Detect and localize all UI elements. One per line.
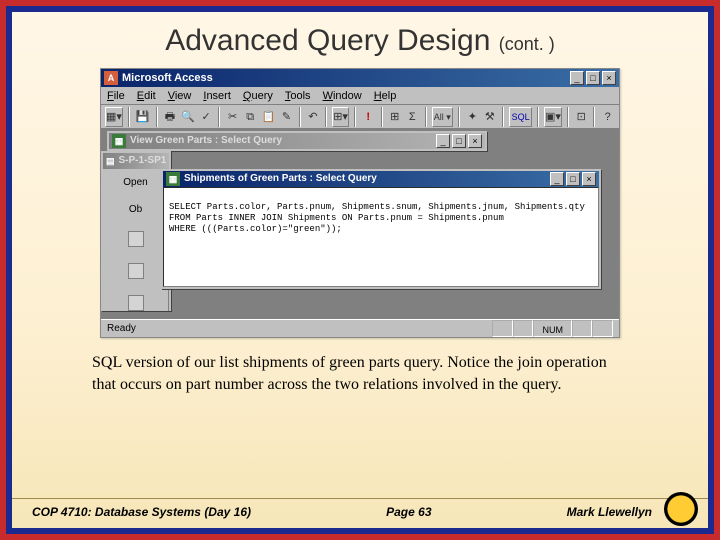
child1-close[interactable]: × bbox=[468, 134, 482, 148]
totals-icon[interactable]: Σ bbox=[405, 107, 420, 127]
status-left: Ready bbox=[107, 320, 136, 337]
menu-query[interactable]: Query bbox=[243, 87, 273, 104]
title-main: Advanced Query Design bbox=[165, 24, 499, 57]
slide-footer: COP 4710: Database Systems (Day 16) Page… bbox=[12, 498, 708, 524]
mdi-area: ▦ View Green Parts : Select Query _ □ × … bbox=[101, 129, 619, 319]
child2-titlebar: ▤ S-P-1-SP1 : Database bbox=[103, 153, 169, 169]
sql-line-2: FROM Parts INNER JOIN Shipments ON Parts… bbox=[169, 213, 504, 223]
toolbar: ▦▾ 💾 🖶 🔍 ✓ ✂ ⧉ 📋 ✎ ↶ ⊞▾ ! ⊞ Σ All ▾ ✦ bbox=[101, 105, 619, 129]
properties-icon[interactable]: ✦ bbox=[465, 107, 480, 127]
db-icon: ▤ bbox=[106, 154, 115, 168]
title-cont: (cont. ) bbox=[499, 34, 555, 54]
tables-tab-icon[interactable] bbox=[128, 231, 144, 247]
close-button[interactable]: × bbox=[602, 71, 616, 85]
view-button[interactable]: ▦▾ bbox=[105, 107, 123, 127]
status-cell-1 bbox=[492, 320, 513, 337]
paste-icon[interactable]: 📋 bbox=[260, 107, 276, 127]
menu-insert[interactable]: Insert bbox=[203, 87, 231, 104]
menu-view[interactable]: View bbox=[168, 87, 192, 104]
query-type-icon[interactable]: ⊞▾ bbox=[332, 107, 349, 127]
query-icon: ▦ bbox=[112, 134, 126, 148]
child3-close[interactable]: × bbox=[582, 172, 596, 186]
menu-tools[interactable]: Tools bbox=[285, 87, 311, 104]
footer-page: Page 63 bbox=[251, 505, 567, 519]
access-window: A Microsoft Access _ □ × File Edit View … bbox=[100, 68, 620, 338]
open-label[interactable]: Open bbox=[123, 177, 147, 188]
status-cell-5 bbox=[592, 320, 613, 337]
preview-icon[interactable]: 🔍 bbox=[180, 107, 196, 127]
top-values[interactable]: All ▾ bbox=[432, 107, 454, 127]
save-icon[interactable]: 💾 bbox=[135, 107, 151, 127]
footer-left: COP 4710: Database Systems (Day 16) bbox=[32, 505, 251, 519]
undo-icon[interactable]: ↶ bbox=[306, 107, 321, 127]
new-object-icon[interactable]: ▣▾ bbox=[544, 107, 562, 127]
print-icon[interactable]: 🖶 bbox=[163, 107, 178, 127]
db-sidepanel: Open Ob bbox=[103, 169, 169, 311]
menubar: File Edit View Insert Query Tools Window… bbox=[101, 87, 619, 105]
child2-title: S-P-1-SP1 : Database bbox=[119, 153, 166, 169]
footer-author: Mark Llewellyn bbox=[567, 505, 652, 519]
minimize-button[interactable]: _ bbox=[570, 71, 584, 85]
child3-max[interactable]: □ bbox=[566, 172, 580, 186]
child1-title: View Green Parts : Select Query bbox=[130, 133, 282, 149]
slide-title: Advanced Query Design (cont. ) bbox=[12, 12, 708, 64]
child-window-sql[interactable]: ▦ Shipments of Green Parts : Select Quer… bbox=[161, 169, 601, 289]
menu-window[interactable]: Window bbox=[323, 87, 362, 104]
maximize-button[interactable]: □ bbox=[586, 71, 600, 85]
queries-tab-icon[interactable] bbox=[128, 263, 144, 279]
sql-line-1: SELECT Parts.color, Parts.pnum, Shipment… bbox=[169, 202, 585, 212]
ucf-logo bbox=[664, 492, 698, 526]
child3-titlebar: ▦ Shipments of Green Parts : Select Quer… bbox=[163, 171, 599, 187]
run-icon[interactable]: ! bbox=[361, 107, 376, 127]
show-table-icon[interactable]: ⊞ bbox=[388, 107, 403, 127]
cut-icon[interactable]: ✂ bbox=[225, 107, 240, 127]
statusbar: Ready NUM bbox=[101, 319, 619, 337]
child1-min[interactable]: _ bbox=[436, 134, 450, 148]
menu-file[interactable]: File bbox=[107, 87, 125, 104]
sql-line-3: WHERE (((Parts.color)="green")); bbox=[169, 224, 342, 234]
status-cell-2 bbox=[513, 320, 534, 337]
status-cell-4 bbox=[572, 320, 593, 337]
sql-text-pane[interactable]: SELECT Parts.color, Parts.pnum, Shipment… bbox=[163, 187, 599, 287]
app-titlebar: A Microsoft Access _ □ × bbox=[101, 69, 619, 87]
app-title: Microsoft Access bbox=[122, 69, 213, 87]
access-icon: A bbox=[104, 71, 118, 85]
forms-tab-icon[interactable] bbox=[128, 295, 144, 311]
copy-icon[interactable]: ⧉ bbox=[243, 107, 258, 127]
spell-icon[interactable]: ✓ bbox=[199, 107, 214, 127]
status-numlock: NUM bbox=[533, 320, 572, 337]
child1-titlebar: ▦ View Green Parts : Select Query _ □ × bbox=[109, 133, 485, 149]
help-icon[interactable]: ? bbox=[600, 107, 615, 127]
query-icon-2: ▦ bbox=[166, 172, 180, 186]
ob-label: Ob bbox=[129, 204, 142, 215]
child-window-1[interactable]: ▦ View Green Parts : Select Query _ □ × bbox=[107, 131, 487, 151]
slide-caption: SQL version of our list shipments of gre… bbox=[92, 352, 628, 396]
format-icon[interactable]: ✎ bbox=[279, 107, 294, 127]
builder-icon[interactable]: ⚒ bbox=[483, 107, 498, 127]
sql-view-button[interactable]: SQL bbox=[509, 107, 532, 127]
menu-edit[interactable]: Edit bbox=[137, 87, 156, 104]
db-window-icon[interactable]: ⊡ bbox=[574, 107, 589, 127]
child3-min[interactable]: _ bbox=[550, 172, 564, 186]
menu-help[interactable]: Help bbox=[374, 87, 397, 104]
child3-title: Shipments of Green Parts : Select Query bbox=[184, 171, 377, 187]
child1-max[interactable]: □ bbox=[452, 134, 466, 148]
